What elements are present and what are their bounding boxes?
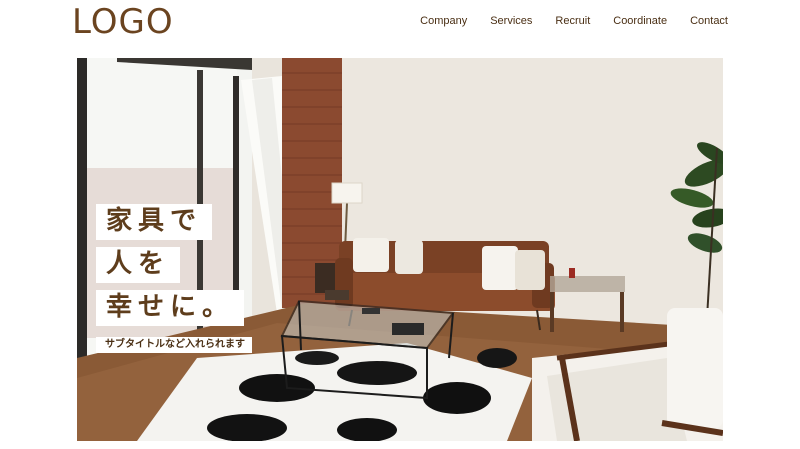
nav-item-company[interactable]: Company [420,13,467,29]
catchphrase-line-1: 家具で [96,204,213,240]
site-header: LOGO Company Services Recruit Coordinate… [0,0,800,58]
nav-item-recruit[interactable]: Recruit [555,13,590,29]
main-nav: Company Services Recruit Coordinate Cont… [420,13,728,29]
nav-item-contact[interactable]: Contact [690,13,728,29]
nav-item-services[interactable]: Services [490,13,532,29]
catchphrase-line-2: 人を [96,247,181,283]
site-logo[interactable]: LOGO [72,2,174,42]
hero-catchphrase: 家具で 人を 幸せに。 [96,204,245,333]
catchphrase-line-3: 幸せに。 [96,290,245,326]
nav-item-coordinate[interactable]: Coordinate [613,13,667,29]
hero-subtitle: サブタイトルなど入れられます [96,337,252,353]
